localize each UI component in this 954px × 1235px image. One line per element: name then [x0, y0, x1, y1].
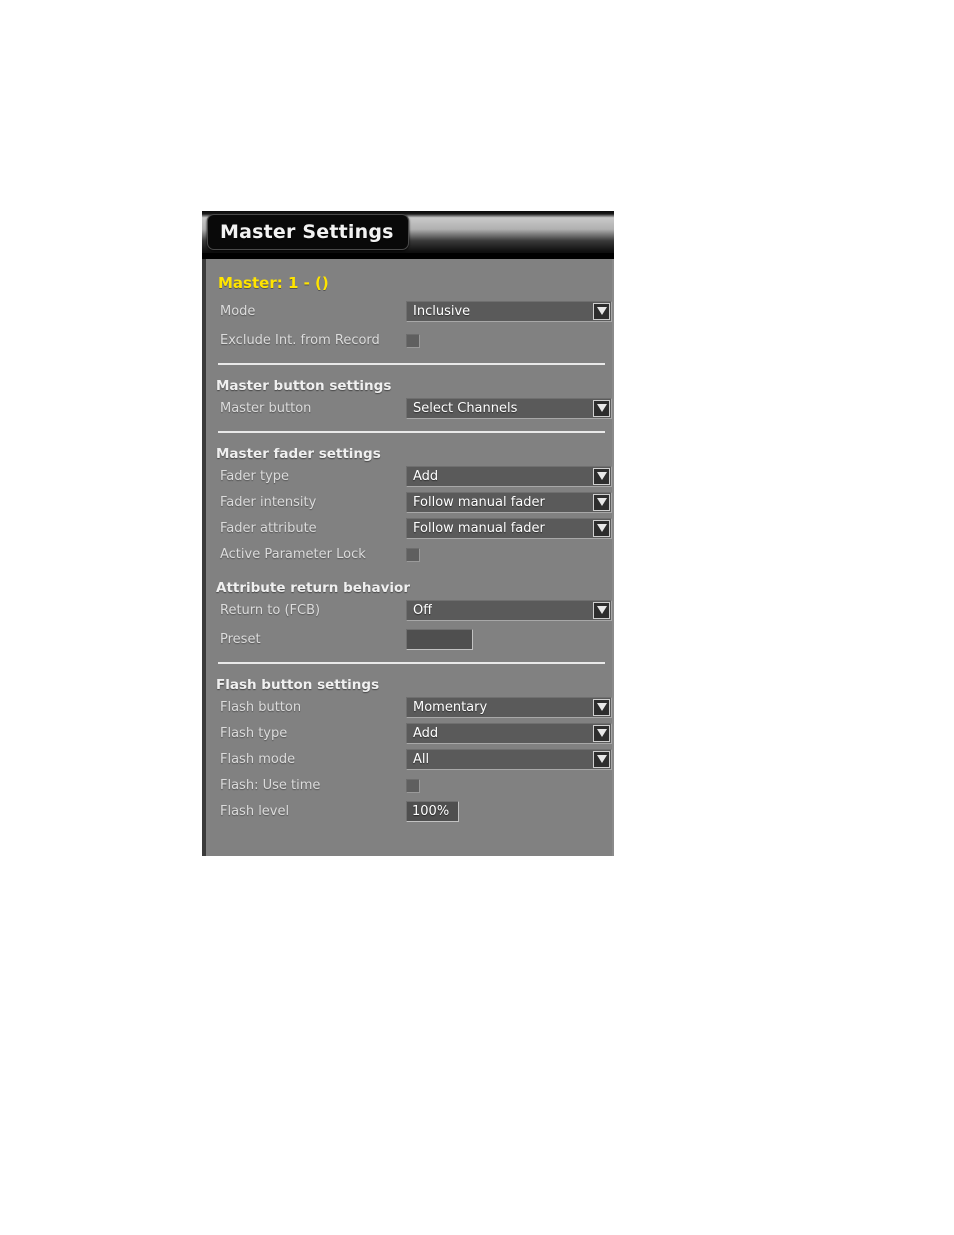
section-title-flash-button: Flash button settings — [216, 677, 380, 693]
window-right-edge — [612, 211, 614, 856]
row-mode: Mode Inclusive — [206, 298, 612, 324]
section-title-master-fader: Master fader settings — [216, 446, 381, 462]
master-settings-window: Master Settings Master: 1 - () Mode Incl… — [202, 211, 614, 856]
label-flash-button: Flash button — [220, 699, 302, 715]
row-flash-level: Flash level 100% — [206, 798, 612, 824]
flash-mode-value: All — [413, 751, 430, 767]
row-flash-button: Flash button Momentary — [206, 694, 612, 720]
window-title-tab[interactable]: Master Settings — [207, 214, 409, 250]
label-preset: Preset — [220, 631, 261, 647]
mode-value: Inclusive — [413, 303, 471, 319]
settings-body: Master: 1 - () Mode Inclusive Exclude In… — [206, 259, 612, 856]
divider-1 — [218, 363, 605, 365]
chevron-down-icon[interactable] — [593, 467, 610, 485]
active-parameter-lock-checkbox[interactable] — [406, 548, 420, 562]
master-button-dropdown[interactable]: Select Channels — [406, 397, 612, 419]
fader-intensity-value: Follow manual fader — [413, 494, 545, 510]
row-fader-type: Fader type Add — [206, 463, 612, 489]
mode-dropdown[interactable]: Inclusive — [406, 300, 612, 322]
return-to-fcb-value: Off — [413, 602, 433, 618]
chevron-down-icon[interactable] — [593, 724, 610, 742]
row-flash-mode: Flash mode All — [206, 746, 612, 772]
label-fader-attribute: Fader attribute — [220, 520, 317, 536]
flash-type-value: Add — [413, 725, 439, 741]
row-exclude-int-from-record: Exclude Int. from Record — [206, 327, 612, 353]
flash-level-field[interactable]: 100% — [406, 800, 459, 822]
label-flash-mode: Flash mode — [220, 751, 296, 767]
row-return-to-fcb: Return to (FCB) Off — [206, 597, 612, 623]
chevron-down-icon[interactable] — [593, 302, 610, 320]
chevron-down-icon[interactable] — [593, 399, 610, 417]
label-flash-level: Flash level — [220, 803, 290, 819]
master-button-value: Select Channels — [413, 400, 518, 416]
row-fader-attribute: Fader attribute Follow manual fader — [206, 515, 612, 541]
row-master-button: Master button Select Channels — [206, 395, 612, 421]
flash-button-value: Momentary — [413, 699, 488, 715]
fader-attribute-value: Follow manual fader — [413, 520, 545, 536]
label-fader-intensity: Fader intensity — [220, 494, 317, 510]
window-titlebar: Master Settings — [202, 211, 614, 259]
flash-use-time-checkbox[interactable] — [406, 779, 420, 793]
chevron-down-icon[interactable] — [593, 698, 610, 716]
label-flash-use-time: Flash: Use time — [220, 777, 321, 793]
row-flash-use-time: Flash: Use time — [206, 772, 612, 798]
fader-type-dropdown[interactable]: Add — [406, 465, 612, 487]
chevron-down-icon[interactable] — [593, 493, 610, 511]
chevron-down-icon[interactable] — [593, 519, 610, 537]
chevron-down-icon[interactable] — [593, 601, 610, 619]
flash-type-dropdown[interactable]: Add — [406, 722, 612, 744]
fader-type-value: Add — [413, 468, 439, 484]
chevron-down-icon[interactable] — [593, 750, 610, 768]
section-title-attribute-return: Attribute return behavior — [216, 580, 410, 596]
return-to-fcb-dropdown[interactable]: Off — [406, 599, 612, 621]
label-active-parameter-lock: Active Parameter Lock — [220, 546, 366, 562]
window-title: Master Settings — [220, 221, 394, 243]
flash-mode-dropdown[interactable]: All — [406, 748, 612, 770]
label-exclude-int-from-record: Exclude Int. from Record — [220, 332, 380, 348]
preset-field[interactable] — [406, 628, 473, 650]
master-heading: Master: 1 - () — [218, 274, 329, 292]
fader-intensity-dropdown[interactable]: Follow manual fader — [406, 491, 612, 513]
section-title-master-button: Master button settings — [216, 378, 392, 394]
flash-button-dropdown[interactable]: Momentary — [406, 696, 612, 718]
row-flash-type: Flash type Add — [206, 720, 612, 746]
label-master-button: Master button — [220, 400, 312, 416]
label-mode: Mode — [220, 303, 256, 319]
label-return-to-fcb: Return to (FCB) — [220, 602, 321, 618]
row-fader-intensity: Fader intensity Follow manual fader — [206, 489, 612, 515]
label-fader-type: Fader type — [220, 468, 290, 484]
row-preset: Preset — [206, 626, 612, 652]
exclude-int-from-record-checkbox[interactable] — [406, 334, 420, 348]
fader-attribute-dropdown[interactable]: Follow manual fader — [406, 517, 612, 539]
row-active-parameter-lock: Active Parameter Lock — [206, 541, 612, 567]
label-flash-type: Flash type — [220, 725, 288, 741]
divider-3 — [218, 662, 605, 664]
divider-2 — [218, 431, 605, 433]
